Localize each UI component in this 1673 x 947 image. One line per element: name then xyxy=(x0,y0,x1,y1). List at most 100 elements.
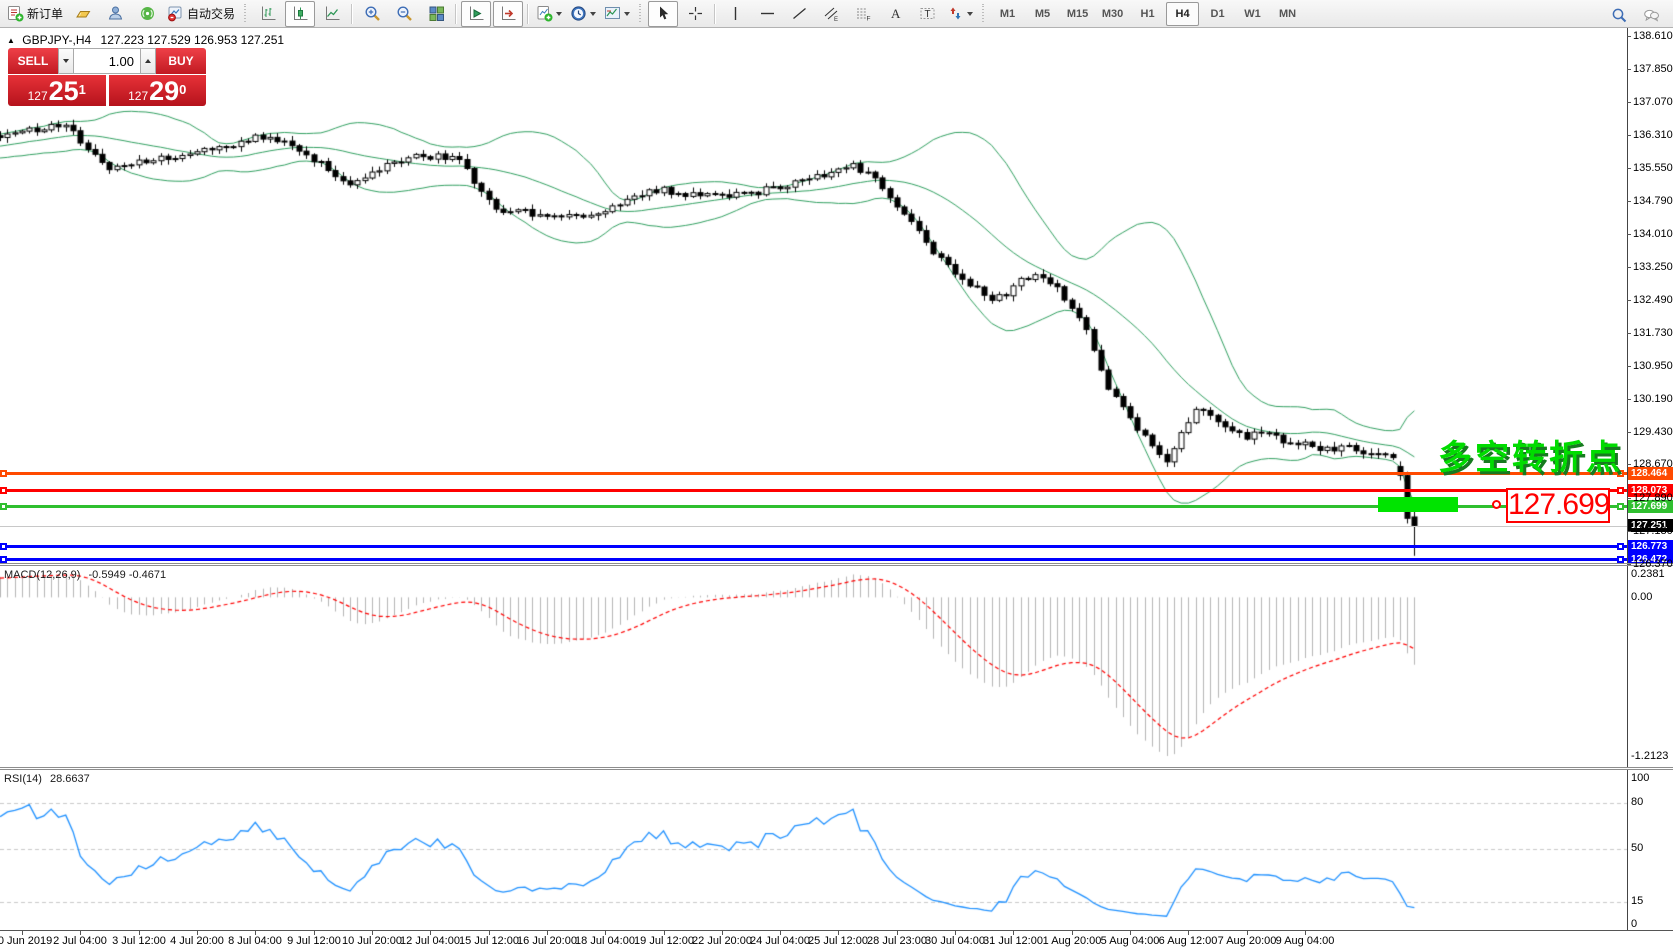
macd-values: -0.5949 -0.4671 xyxy=(88,569,166,581)
price-axis-tick xyxy=(1627,432,1631,433)
time-axis: 30 Jun 20192 Jul 04:003 Jul 12:004 Jul 2… xyxy=(0,930,1673,947)
new-order-button-label: 新订单 xyxy=(27,5,63,22)
highlight-rectangle[interactable] xyxy=(1378,497,1458,512)
period-button-m5[interactable]: M5 xyxy=(1026,2,1059,26)
macd-indicator-canvas[interactable] xyxy=(0,566,1627,768)
price-axis-tick xyxy=(1627,564,1631,565)
time-axis-label: 30 Jun 2019 xyxy=(0,935,52,947)
period-button-mn[interactable]: MN xyxy=(1271,2,1304,26)
horizontal-price-line-126.472[interactable] xyxy=(0,558,1627,561)
text-label-button[interactable]: T xyxy=(912,1,942,27)
zoom-out-button[interactable] xyxy=(389,1,419,27)
price-axis-tick xyxy=(1627,366,1631,367)
price-axis-label: 134.790 xyxy=(1633,195,1673,207)
candlestick-button[interactable] xyxy=(285,1,315,27)
price-axis-tick xyxy=(1627,234,1631,235)
equidistant-channel-button[interactable]: E xyxy=(816,1,846,27)
current-price-line xyxy=(0,526,1627,527)
rsi-value: 28.6637 xyxy=(50,773,90,785)
tile-windows-icon xyxy=(428,5,445,22)
sell-price-button[interactable]: 127 25 1 xyxy=(8,75,106,106)
navigator-icon xyxy=(107,5,124,22)
line-chart-button[interactable] xyxy=(317,1,347,27)
horizontal-price-line-127.699-handle[interactable] xyxy=(0,503,7,510)
community-chat-button[interactable] xyxy=(1636,2,1666,28)
period-button-m15[interactable]: M15 xyxy=(1061,2,1094,26)
tile-windows-button[interactable] xyxy=(421,1,451,27)
cursor-button[interactable] xyxy=(648,1,678,27)
toolbar-grip xyxy=(638,4,643,24)
toolbar-right-icons xyxy=(1603,2,1667,28)
period-button-w1[interactable]: W1 xyxy=(1236,2,1269,26)
macd-label: MACD(12,26,9) -0.5949 -0.4671 xyxy=(4,569,166,581)
rsi-axis-label: 15 xyxy=(1631,895,1643,907)
vertical-line-button[interactable] xyxy=(720,1,750,27)
indicators-button[interactable] xyxy=(533,1,565,27)
horizontal-price-line-126.773-handle[interactable] xyxy=(0,543,7,550)
rsi-axis-label: 0 xyxy=(1631,918,1637,930)
chart-shift-button[interactable] xyxy=(493,1,523,27)
candlestick-chart-canvas[interactable] xyxy=(0,28,1627,564)
cursor-icon xyxy=(655,5,672,22)
rsi-axis-label: 50 xyxy=(1631,842,1643,854)
bar-chart-button[interactable] xyxy=(253,1,283,27)
rsi-indicator-canvas[interactable] xyxy=(0,770,1627,930)
period-button-h4[interactable]: H4 xyxy=(1166,2,1199,26)
auto-scroll-button[interactable] xyxy=(461,1,491,27)
svg-text:T: T xyxy=(924,9,930,20)
templates-button[interactable] xyxy=(601,1,633,27)
time-axis-label: 2 Jul 04:00 xyxy=(53,935,107,947)
horizontal-price-line-126.472-handle[interactable] xyxy=(1617,556,1624,563)
search-button[interactable] xyxy=(1604,2,1634,28)
buy-price-button[interactable]: 127 29 0 xyxy=(109,75,207,106)
buy-price-main: 29 xyxy=(149,79,179,104)
channel-icon: E xyxy=(823,5,840,22)
zoom-in-button[interactable] xyxy=(357,1,387,27)
horizontal-price-line-128.464[interactable] xyxy=(0,472,1627,475)
period-button-m1[interactable]: M1 xyxy=(991,2,1024,26)
signals-button[interactable] xyxy=(132,1,162,27)
price-axis-tick xyxy=(1627,69,1631,70)
horizontal-price-line-128.073[interactable] xyxy=(0,489,1627,492)
time-axis-label: 8 Jul 04:00 xyxy=(228,935,282,947)
period-button-d1[interactable]: D1 xyxy=(1201,2,1234,26)
chat-icon xyxy=(1643,7,1660,24)
trendline-button[interactable] xyxy=(784,1,814,27)
price-axis-label: 127.130 xyxy=(1633,525,1673,537)
time-axis-label: 9 Aug 04:00 xyxy=(1276,935,1335,947)
rsi-axis-label: 80 xyxy=(1631,796,1643,808)
volume-increase-button[interactable] xyxy=(140,48,156,74)
text-button[interactable]: A xyxy=(880,1,910,27)
horizontal-price-line-126.472-handle[interactable] xyxy=(0,556,7,563)
period-button-h1[interactable]: H1 xyxy=(1131,2,1164,26)
price-axis-tick xyxy=(1627,135,1631,136)
price-callout-box[interactable]: 127.699 xyxy=(1506,488,1610,523)
sell-button[interactable]: SELL xyxy=(8,48,58,74)
main-toolbar: 新订单 自动交易 EFA T M1M5M15M30H1H4D1W1MN xyxy=(0,0,1673,28)
auto-trading-button[interactable]: 自动交易 xyxy=(164,1,238,27)
volume-input[interactable] xyxy=(74,48,140,74)
gold-icon xyxy=(75,5,92,22)
crosshair-button[interactable] xyxy=(680,1,710,27)
period-button-m30[interactable]: M30 xyxy=(1096,2,1129,26)
horizontal-price-line-126.773-handle[interactable] xyxy=(1617,543,1624,550)
pane-separator xyxy=(0,767,1673,770)
horizontal-price-line-128.073-handle[interactable] xyxy=(1617,487,1624,494)
horizontal-price-line-128.073-handle[interactable] xyxy=(0,487,7,494)
collapse-panel-arrow-icon[interactable]: ▲ xyxy=(7,36,15,45)
price-axis-line xyxy=(1627,28,1628,930)
horizontal-price-line-126.773[interactable] xyxy=(0,545,1627,548)
horizontal-price-line-128.464-handle[interactable] xyxy=(0,470,7,477)
market-watch-button[interactable] xyxy=(68,1,98,27)
fibonacci-button[interactable]: F xyxy=(848,1,878,27)
price-axis-tick xyxy=(1627,464,1631,465)
arrows-button[interactable] xyxy=(944,1,976,27)
volume-decrease-button[interactable] xyxy=(58,48,74,74)
navigator-button[interactable] xyxy=(100,1,130,27)
periods-button[interactable] xyxy=(567,1,599,27)
horizontal-price-line-127.699-handle[interactable] xyxy=(1617,503,1624,510)
new-order-button[interactable]: 新订单 xyxy=(4,1,66,27)
horizontal-line-button[interactable] xyxy=(752,1,782,27)
buy-button[interactable]: BUY xyxy=(156,48,206,74)
chart-annotation-text[interactable]: 多空转折点 xyxy=(1438,430,1623,479)
